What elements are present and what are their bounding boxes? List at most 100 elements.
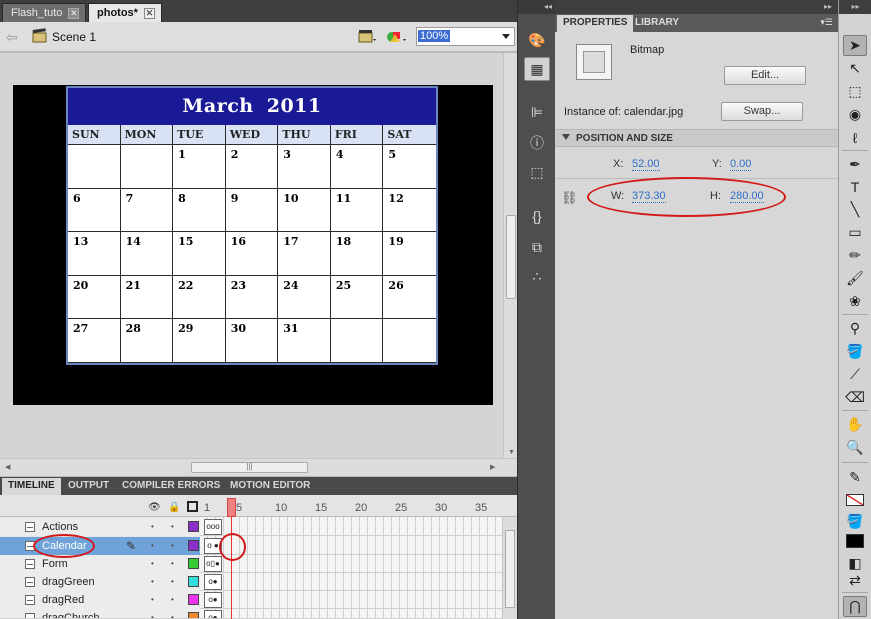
swatches-panel-icon[interactable]: ▦ — [524, 57, 550, 81]
scrollbar-thumb[interactable] — [505, 530, 515, 608]
snap-to-objects-icon[interactable]: ⋂ — [843, 596, 867, 617]
layer-name-area[interactable]: dragChurch • • — [0, 609, 200, 618]
chevron-down-icon[interactable] — [502, 34, 510, 39]
rectangle-tool-icon[interactable]: ▭ — [843, 222, 867, 243]
hand-tool-icon[interactable]: ✋ — [843, 414, 867, 435]
paint-bucket-tool-icon[interactable]: 🪣 — [843, 341, 867, 362]
collapse-arrows-icon[interactable]: ◂◂ — [518, 0, 556, 14]
layer-color-swatch[interactable] — [188, 540, 199, 551]
transform-panel-icon[interactable]: ⬚ — [524, 160, 550, 184]
chevron-down-icon[interactable] — [562, 134, 570, 140]
collapse-arrows-icon[interactable]: ▸▸ — [555, 0, 838, 14]
tab-motion-editor[interactable]: MOTION EDITOR — [224, 478, 316, 495]
stroke-color-swatch[interactable] — [843, 489, 867, 510]
layer-name[interactable]: Form — [42, 558, 68, 570]
outline-icon[interactable] — [187, 501, 198, 512]
swap-button[interactable]: Swap... — [721, 102, 803, 121]
close-icon[interactable]: ✕ — [143, 7, 155, 19]
color-panel-icon[interactable]: 🎨 — [524, 28, 550, 52]
pen-tool-icon[interactable]: ✒ — [843, 154, 867, 175]
eyedropper-tool-icon[interactable]: ⟋ — [843, 364, 867, 385]
y-value[interactable]: 0.00 — [730, 158, 752, 171]
scroll-left-arrow-icon[interactable]: ◀ — [5, 463, 10, 471]
lasso-tool-icon[interactable]: ℓ — [843, 127, 867, 148]
position-size-section-header[interactable]: POSITION AND SIZE — [555, 129, 838, 147]
layer-row-dragchurch[interactable]: dragChurch • • o● — [0, 609, 502, 619]
subselection-tool-icon[interactable]: ↖ — [843, 58, 867, 79]
tab-output[interactable]: OUTPUT — [62, 478, 115, 495]
layer-color-swatch[interactable] — [188, 612, 199, 618]
visibility-dot[interactable]: • — [151, 522, 154, 531]
layer-color-swatch[interactable] — [188, 558, 199, 569]
scroll-down-arrow-icon[interactable]: ▼ — [508, 449, 515, 456]
back-arrow-icon[interactable]: ⇦ — [6, 29, 18, 46]
zoom-select[interactable]: 100% — [416, 27, 515, 46]
tab-library[interactable]: LIBRARY — [629, 15, 685, 32]
stage-vertical-scrollbar[interactable]: ▼ — [503, 53, 517, 458]
layer-name[interactable]: Actions — [42, 521, 78, 533]
scene-label[interactable]: Scene 1 — [52, 30, 96, 44]
layer-color-swatch[interactable] — [188, 594, 199, 605]
layer-name[interactable]: dragRed — [42, 594, 84, 606]
3d-rotation-tool-icon[interactable]: ◉ — [843, 104, 867, 125]
close-icon[interactable]: ✕ — [68, 7, 80, 19]
calendar-bitmap[interactable]: March 2011 SUN MON TUE WED THU FRI SAT 1… — [66, 86, 438, 365]
zoom-tool-icon[interactable]: 🔍 — [843, 437, 867, 458]
swap-colors-icon[interactable]: ⇄ — [843, 570, 867, 591]
layer-name-area[interactable]: Calendar ✎ • • — [0, 537, 200, 555]
layer-name-area[interactable]: Form • • — [0, 555, 200, 573]
edit-symbols-icon[interactable] — [357, 27, 379, 46]
eraser-tool-icon[interactable]: ⌫ — [843, 387, 867, 408]
layer-name[interactable]: dragChurch — [42, 612, 99, 618]
pencil-tool-icon[interactable]: ✏ — [843, 245, 867, 266]
deco-tool-icon[interactable]: ❀ — [843, 291, 867, 312]
selection-tool-icon[interactable]: ➤ — [843, 35, 867, 56]
stage-horizontal-scrollbar[interactable]: ◀ ||| ▶ — [0, 458, 517, 476]
panel-menu-icon[interactable]: ▾☰ — [820, 17, 833, 28]
brush-tool-icon[interactable]: 🖌 — [843, 268, 867, 289]
scrollbar-thumb[interactable]: ||| — [191, 462, 308, 473]
actions-panel-icon[interactable]: {} — [524, 204, 550, 228]
motion-presets-icon[interactable]: ∴ — [524, 264, 550, 288]
tab-timeline[interactable]: TIMELINE — [2, 478, 61, 495]
keyframes[interactable]: o● — [204, 574, 222, 590]
timeline-vertical-scrollbar[interactable] — [502, 517, 517, 619]
layer-row-draggreen[interactable]: dragGreen • • o● — [0, 573, 502, 591]
lock-dot[interactable]: • — [171, 595, 174, 604]
stroke-color-icon[interactable]: ✎ — [843, 467, 867, 488]
align-panel-icon[interactable]: ⊫ — [524, 100, 550, 124]
keyframes[interactable]: o● — [204, 592, 222, 608]
layer-row-form[interactable]: Form • • o▯● — [0, 555, 502, 573]
visibility-dot[interactable]: • — [151, 559, 154, 568]
layer-name-area[interactable]: dragGreen • • — [0, 573, 200, 591]
doc-tab-flash-tuto[interactable]: Flash_tuto ✕ — [2, 3, 87, 22]
lock-dot[interactable]: • — [171, 577, 174, 586]
playhead[interactable] — [227, 498, 236, 517]
keyframes[interactable]: o▯● — [204, 556, 222, 572]
visibility-dot[interactable]: • — [151, 595, 154, 604]
keyframes[interactable]: ooo — [204, 519, 222, 535]
bone-tool-icon[interactable]: ⚲ — [843, 318, 867, 339]
fill-color-icon[interactable]: 🪣 — [843, 511, 867, 532]
layer-row-actions[interactable]: Actions • • ooo — [0, 518, 502, 536]
layer-name[interactable]: dragGreen — [42, 576, 95, 588]
text-tool-icon[interactable]: T — [843, 176, 867, 197]
free-transform-tool-icon[interactable]: ⬚ — [843, 81, 867, 102]
lock-dot[interactable]: • — [171, 559, 174, 568]
scroll-right-arrow-icon[interactable]: ▶ — [490, 463, 495, 471]
edit-scene-icon[interactable] — [384, 27, 410, 46]
fill-color-swatch[interactable] — [843, 530, 867, 551]
lock-dot[interactable]: • — [171, 613, 174, 618]
scrollbar-thumb[interactable] — [506, 215, 516, 299]
visibility-dot[interactable]: • — [151, 613, 154, 618]
tab-properties[interactable]: PROPERTIES — [557, 15, 634, 32]
layer-color-swatch[interactable] — [188, 576, 199, 587]
lock-dot[interactable]: • — [171, 541, 174, 550]
info-panel-icon[interactable]: ⓘ — [524, 131, 550, 155]
layer-row-dragred[interactable]: dragRed • • o● — [0, 591, 502, 609]
lock-icon[interactable]: 🔒 — [168, 502, 180, 513]
collapse-arrows-icon[interactable]: ▸▸ — [839, 0, 871, 14]
visibility-dot[interactable]: • — [151, 541, 154, 550]
eye-icon[interactable]: 👁 — [148, 502, 161, 513]
edit-button[interactable]: Edit... — [724, 66, 806, 85]
